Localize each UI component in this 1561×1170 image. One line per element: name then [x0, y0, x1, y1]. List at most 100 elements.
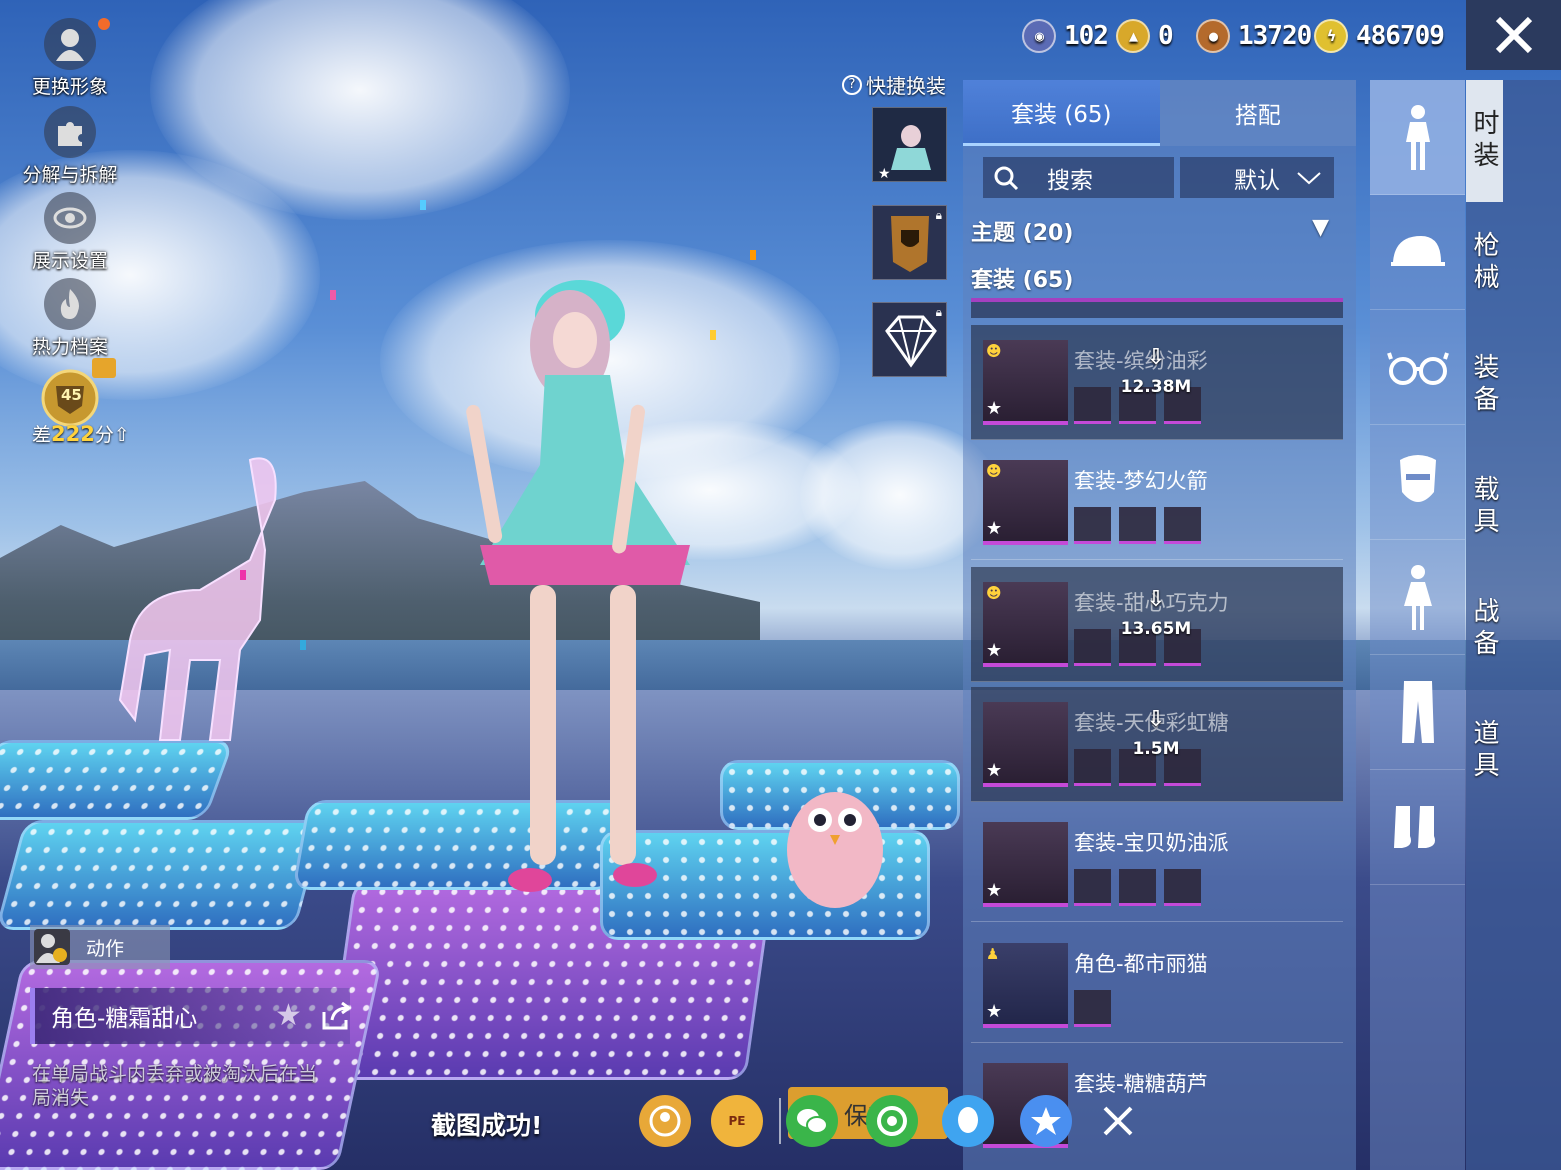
- heat-profile-button[interactable]: 热力档案: [14, 278, 126, 359]
- download-indicator[interactable]: ⇩ 12.38M: [1117, 345, 1195, 398]
- category-outfit[interactable]: [1370, 80, 1465, 195]
- category-bar: [1370, 80, 1465, 1170]
- category-glasses[interactable]: [1370, 310, 1465, 425]
- tab-vehicles[interactable]: 载具: [1466, 446, 1503, 568]
- tab-equipment[interactable]: 装备: [1466, 324, 1503, 446]
- close-button[interactable]: [1466, 0, 1561, 70]
- quick-change-text: 快捷换装: [866, 74, 946, 98]
- share-icon[interactable]: [320, 1002, 352, 1032]
- chevron-down-icon: [1297, 171, 1321, 184]
- download-size: 13.65M: [1120, 619, 1192, 639]
- star-icon: ★: [986, 398, 1003, 419]
- list-item[interactable]: ★ 套装-天使彩虹糖 ⇩ 1.5M: [971, 687, 1343, 802]
- sub-item: [1119, 507, 1156, 544]
- badge-coin-icon: ▲: [1116, 19, 1150, 53]
- mask-icon: [1399, 455, 1436, 502]
- download-indicator[interactable]: ⇩ 13.65M: [1117, 589, 1195, 640]
- share-wechat[interactable]: [786, 1095, 838, 1147]
- list-item[interactable]: ♟ ★ 角色-都市丽猫: [971, 928, 1343, 1043]
- token-icon: ◉: [1022, 19, 1056, 53]
- share-gamecenter[interactable]: [639, 1095, 691, 1147]
- rank-diff-value: 222: [51, 422, 95, 446]
- list-item[interactable]: ☻ ★ 套装-甜心巧克力 ⇩ 13.65M: [971, 567, 1343, 682]
- flame-icon: [44, 278, 96, 330]
- sub-item: [1074, 990, 1111, 1027]
- horse-mount: [118, 457, 277, 741]
- display-settings-label: 展示设置: [31, 250, 108, 272]
- currency-bronze-value: 13720: [1238, 21, 1312, 51]
- rank-badge[interactable]: 45: [36, 358, 116, 428]
- sort-dropdown[interactable]: 默认: [1180, 157, 1334, 198]
- tab-suits[interactable]: 套装 (65): [963, 80, 1160, 146]
- tab-fashion[interactable]: 时装: [1466, 80, 1503, 202]
- quick-slot-outfit[interactable]: ★: [872, 107, 947, 182]
- category-pants[interactable]: [1370, 655, 1465, 770]
- suits-section: 套装 (65): [971, 262, 1073, 294]
- category-mask[interactable]: [1370, 425, 1465, 540]
- qzone-icon: [1031, 1107, 1061, 1135]
- peace-elite-icon: PE: [728, 1114, 746, 1128]
- help-icon: ?: [842, 74, 862, 95]
- decompose-button[interactable]: 分解与拆解: [14, 106, 126, 187]
- wechat-icon: [797, 1109, 828, 1134]
- avatar-icon: [44, 18, 96, 70]
- qq-icon: [958, 1107, 978, 1133]
- star-icon: ★: [986, 1001, 1003, 1022]
- list-item[interactable]: ☻ ★ 套装-梦幻火箭: [971, 445, 1343, 560]
- smile-icon: ☻: [986, 342, 1002, 360]
- category-shoes[interactable]: [1370, 770, 1465, 885]
- theme-section[interactable]: 主题 (20) ▼: [971, 215, 1343, 247]
- star-icon: ★: [986, 640, 1003, 661]
- list-item[interactable]: ★ 套装-宝贝奶油派: [971, 807, 1343, 922]
- item-hint: 在单局战斗内丢弃或被淘汰后在当局消失: [32, 1063, 318, 1109]
- currency-bronze[interactable]: ● 13720: [1196, 14, 1312, 58]
- download-indicator[interactable]: ⇩ 1.5M: [1117, 709, 1195, 760]
- share-qzone[interactable]: [1020, 1095, 1072, 1147]
- lock-icon: 🔒︎: [935, 305, 942, 319]
- section-divider: [971, 298, 1343, 318]
- rank-diff: 差222分⇧: [32, 420, 130, 447]
- currency-token-value: 102: [1064, 21, 1109, 51]
- quick-slot-diamond[interactable]: 🔒︎: [872, 302, 947, 377]
- share-moments[interactable]: [866, 1095, 918, 1147]
- list-item[interactable]: ☻ ★ 套装-缤纷油彩 ⇩ 12.38M: [971, 325, 1343, 440]
- action-button[interactable]: 动作: [30, 925, 170, 969]
- search-input[interactable]: 搜索: [983, 157, 1174, 198]
- sub-item: [1074, 507, 1111, 544]
- change-avatar-button[interactable]: 更换形象: [14, 18, 126, 99]
- download-icon: ⇩: [1146, 345, 1166, 370]
- sort-label: 默认: [1234, 167, 1280, 194]
- sub-item: [1119, 869, 1156, 906]
- lock-icon: 🔒︎: [935, 208, 942, 222]
- display-settings-button[interactable]: 展示设置: [14, 192, 126, 273]
- currency-lightning[interactable]: ϟ 486709: [1314, 14, 1445, 58]
- quick-slot-trophy[interactable]: 🔒︎: [872, 205, 947, 280]
- sub-item: [1074, 629, 1111, 666]
- star-icon[interactable]: ★: [275, 998, 302, 1033]
- gamecenter-icon: [649, 1105, 681, 1137]
- category-cap[interactable]: [1370, 195, 1465, 310]
- currency-badge[interactable]: ▲ 0: [1116, 14, 1174, 58]
- category-dress[interactable]: [1370, 540, 1465, 655]
- main-category-tabs: 时装 枪械 装备 载具 战备 道具: [1466, 80, 1561, 1170]
- item-name: 套装-宝贝奶油派: [1074, 831, 1229, 855]
- tab-preparation[interactable]: 战备: [1466, 568, 1503, 690]
- share-peace-elite[interactable]: PE: [711, 1095, 763, 1147]
- pet-bird: [787, 792, 883, 908]
- suits-label: 套装 (65): [971, 268, 1074, 293]
- bronze-coin-icon: ●: [1196, 19, 1230, 53]
- role-name: 角色-糖霜甜心: [51, 1006, 198, 1032]
- quick-change-label[interactable]: ? 快捷换装: [842, 70, 946, 99]
- lightning-coin-icon: ϟ: [1314, 19, 1348, 53]
- item-thumbnail: ☻ ★: [983, 582, 1068, 667]
- share-qq[interactable]: [942, 1095, 994, 1147]
- share-close-button[interactable]: [1092, 1095, 1144, 1147]
- currency-lightning-value: 486709: [1356, 21, 1445, 51]
- tab-items[interactable]: 道具: [1466, 690, 1503, 812]
- person-icon: ♟: [986, 945, 1000, 963]
- tab-match[interactable]: 搭配: [1159, 80, 1356, 146]
- item-thumbnail: ☻ ★: [983, 460, 1068, 545]
- tab-weapons[interactable]: 枪械: [1466, 202, 1503, 324]
- currency-token[interactable]: ◉ 102: [1022, 14, 1109, 58]
- moments-icon: [877, 1106, 907, 1136]
